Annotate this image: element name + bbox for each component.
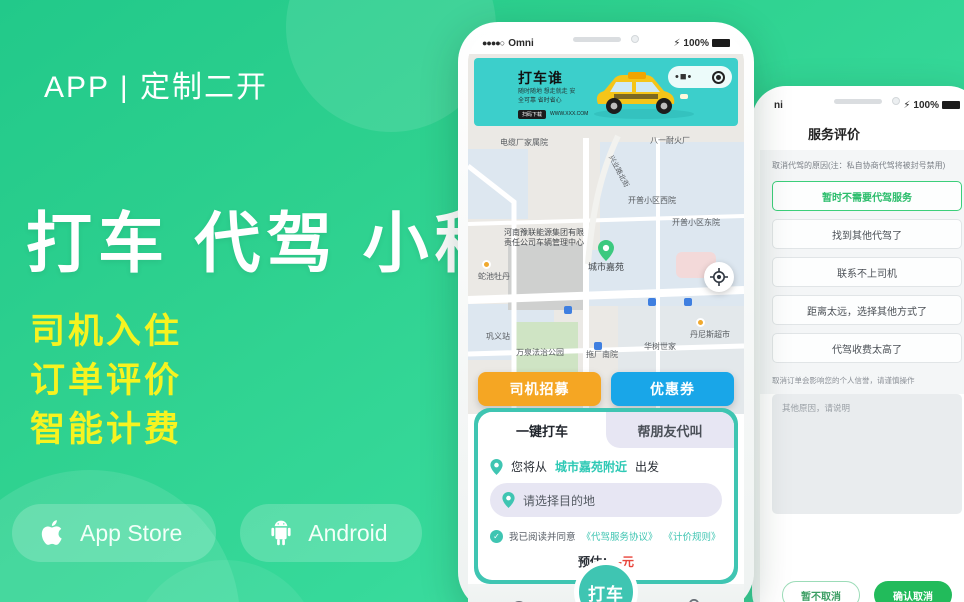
- cancel-warning-text: 取消订单会影响您的个人信誉，请谨慎操作: [760, 373, 964, 394]
- poi-marker-square-1: [564, 306, 572, 314]
- promo-subtitle: 随时随地 想走就走 安全可靠 省时省心: [518, 89, 576, 104]
- origin-row[interactable]: 您将从 城市嘉苑附近 出发: [490, 458, 722, 475]
- carrier-label: ni: [774, 99, 783, 111]
- phone-main-statusbar: ●●●●○ Omni ⚡ 100%: [468, 32, 744, 54]
- status-right: ⚡ 100%: [673, 38, 730, 49]
- map-action-row: 司机招募 优惠券: [468, 372, 744, 406]
- feature-item-3: 智能计费: [30, 409, 183, 449]
- agreement-text: 我已阅读并同意: [509, 532, 576, 543]
- map-label-10: 万泉法治公园: [516, 348, 564, 357]
- other-reason-textarea[interactable]: 其他原因，请说明: [772, 394, 962, 514]
- cancel-reason-option-5[interactable]: 代驾收费太高了: [772, 333, 962, 363]
- phone-mockup-back: ni ⚡ 100% 服务评价 取消代驾的原因(注：私自协商代驾将被封号禁用) 暂…: [752, 86, 964, 602]
- apple-icon: [40, 518, 66, 548]
- poi-marker-dot-2: [696, 318, 705, 327]
- map-label-9: 巩义站: [486, 332, 510, 341]
- phone-back-screen: ni ⚡ 100% 服务评价 取消代驾的原因(注：私自协商代驾将被封号禁用) 暂…: [760, 94, 964, 602]
- promo-banner[interactable]: 打车谁 随时随地 想走就走 安全可靠 省时省心 扫码下载 WWW.XXX.COM: [474, 58, 738, 126]
- poi-marker-dot-1: [482, 260, 491, 269]
- crosshair-icon: [710, 268, 728, 286]
- destination-pin-icon: [502, 492, 515, 508]
- map-label-12: 华树世家: [644, 342, 676, 351]
- signal-icon: ●●●●○: [482, 38, 505, 48]
- store-button-row: App Store Android: [12, 504, 422, 562]
- pricing-rules-link[interactable]: 《计价规则》: [664, 529, 721, 543]
- destination-input[interactable]: 请选择目的地: [490, 483, 722, 517]
- order-card-wrapper: 一键打车 帮朋友代叫 您将从 城市嘉苑附近 出发 请选择目的地 ✓ 我已阅读并同…: [474, 408, 738, 584]
- battery-percent: 100%: [913, 99, 939, 111]
- bottom-tabbar: 打车: [468, 560, 744, 602]
- poi-marker-square-3: [684, 298, 692, 306]
- status-right: ⚡ 100%: [903, 100, 960, 111]
- map-view[interactable]: 打车谁 随时随地 想走就走 安全可靠 省时省心 扫码下载 WWW.XXX.COM: [468, 54, 744, 414]
- phone-back-statusbar: ni ⚡ 100%: [760, 94, 964, 116]
- checkbox-checked-icon[interactable]: ✓: [490, 529, 503, 543]
- feature-item-1: 司机入住: [30, 312, 183, 351]
- promo-title: 打车谁: [518, 70, 563, 86]
- android-button[interactable]: Android: [240, 504, 422, 562]
- agreement-row[interactable]: ✓ 我已阅读并同意 《代驾服务协议》 《计价规则》: [490, 529, 722, 543]
- keep-order-button[interactable]: 暂不取消: [782, 581, 860, 602]
- app-store-label: App Store: [80, 519, 183, 546]
- phone-back-title: 服务评价: [760, 116, 964, 150]
- poi-marker-square-2: [648, 298, 656, 306]
- promo-target-icon: [712, 70, 725, 84]
- promo-url: WWW.XXX.COM: [550, 111, 589, 117]
- driver-recruit-button[interactable]: 司机招募: [478, 372, 601, 406]
- origin-suffix: 出发: [635, 460, 660, 474]
- cancel-reason-option-2[interactable]: 找到其他代驾了: [772, 219, 962, 249]
- map-label-13: 丹尼斯超市: [690, 330, 730, 339]
- order-card: 一键打车 帮朋友代叫 您将从 城市嘉苑附近 出发 请选择目的地 ✓ 我已阅读并同…: [478, 412, 734, 580]
- battery-icon: [942, 101, 960, 109]
- tab-call-for-friend[interactable]: 帮朋友代叫: [606, 412, 734, 448]
- coupon-button[interactable]: 优惠券: [611, 372, 734, 406]
- android-icon: [268, 519, 294, 547]
- app-store-button[interactable]: App Store: [12, 504, 217, 562]
- battery-icon: [712, 39, 730, 47]
- carrier-label: Omni: [508, 37, 534, 49]
- phone-back-action-bar: 暂不取消 确认取消: [760, 564, 964, 602]
- bluetooth-icon: ⚡: [673, 37, 681, 49]
- sub-headline: APP | 定制二开: [44, 71, 268, 104]
- map-label-6: 河南豫联能源集团有限 责任公司车辆管理中心: [504, 228, 584, 248]
- map-label-7: 城市嘉苑: [588, 262, 625, 272]
- phone-mockup-main: ●●●●○ Omni ⚡ 100% 打车谁 随时随地 想走就走 安全可靠 省时省…: [458, 22, 754, 602]
- order-tabs: 一键打车 帮朋友代叫: [478, 412, 734, 448]
- bluetooth-icon: ⚡: [903, 99, 911, 111]
- poster-canvas: APP | 定制二开 打车 代驾 小程序 司机入住 订单评价 智能计费 App …: [0, 0, 964, 602]
- decorative-circle-bottom-left-2: [130, 560, 320, 602]
- poi-marker-square-4: [594, 342, 602, 350]
- origin-pin-icon: [490, 458, 503, 475]
- map-label-1: 电缆厂家属院: [500, 138, 548, 147]
- phone-main-screen: ●●●●○ Omni ⚡ 100% 打车谁 随时随地 想走就走 安全可靠 省时省…: [468, 32, 744, 602]
- cancel-reason-option-3[interactable]: 联系不上司机: [772, 257, 962, 287]
- map-label-2: 八一耐火厂: [650, 136, 690, 145]
- origin-pin-icon: [598, 240, 614, 261]
- cancel-reason-option-4[interactable]: 距离太远，选择其他方式了: [772, 295, 962, 325]
- battery-percent: 100%: [683, 37, 709, 49]
- service-agreement-link[interactable]: 《代驾服务协议》: [582, 529, 658, 543]
- locate-me-button[interactable]: [704, 262, 734, 292]
- map-label-8: 蛇池牡丹: [478, 272, 510, 281]
- tab-one-tap-ride[interactable]: 一键打车: [478, 412, 606, 448]
- status-left: ●●●●○ Omni: [482, 38, 534, 49]
- cancel-reason-note: 取消代驾的原因(注：私自协商代驾将被封号禁用): [760, 150, 964, 177]
- destination-placeholder: 请选择目的地: [523, 493, 596, 508]
- android-label: Android: [308, 519, 388, 546]
- promo-chip: 扫码下载: [518, 110, 547, 119]
- promo-dots-icon: •■•: [675, 71, 693, 83]
- feature-item-2: 订单评价: [30, 360, 183, 400]
- origin-place: 城市嘉苑附近: [555, 460, 628, 474]
- map-label-5: 开普小区东院: [672, 218, 720, 227]
- feature-list: 司机入住 订单评价 智能计费: [30, 310, 182, 452]
- origin-prefix: 您将从: [511, 460, 548, 474]
- map-label-4: 开普小区西院: [628, 196, 676, 205]
- map-label-11: 拖厂南院: [586, 350, 618, 359]
- promo-pill[interactable]: •■•: [668, 66, 732, 88]
- cancel-reason-list: 暂时不需要代驾服务 找到其他代驾了 联系不上司机 距离太远，选择其他方式了 代驾…: [760, 177, 964, 373]
- confirm-cancel-button[interactable]: 确认取消: [874, 581, 952, 602]
- cancel-reason-option-1[interactable]: 暂时不需要代驾服务: [772, 181, 962, 211]
